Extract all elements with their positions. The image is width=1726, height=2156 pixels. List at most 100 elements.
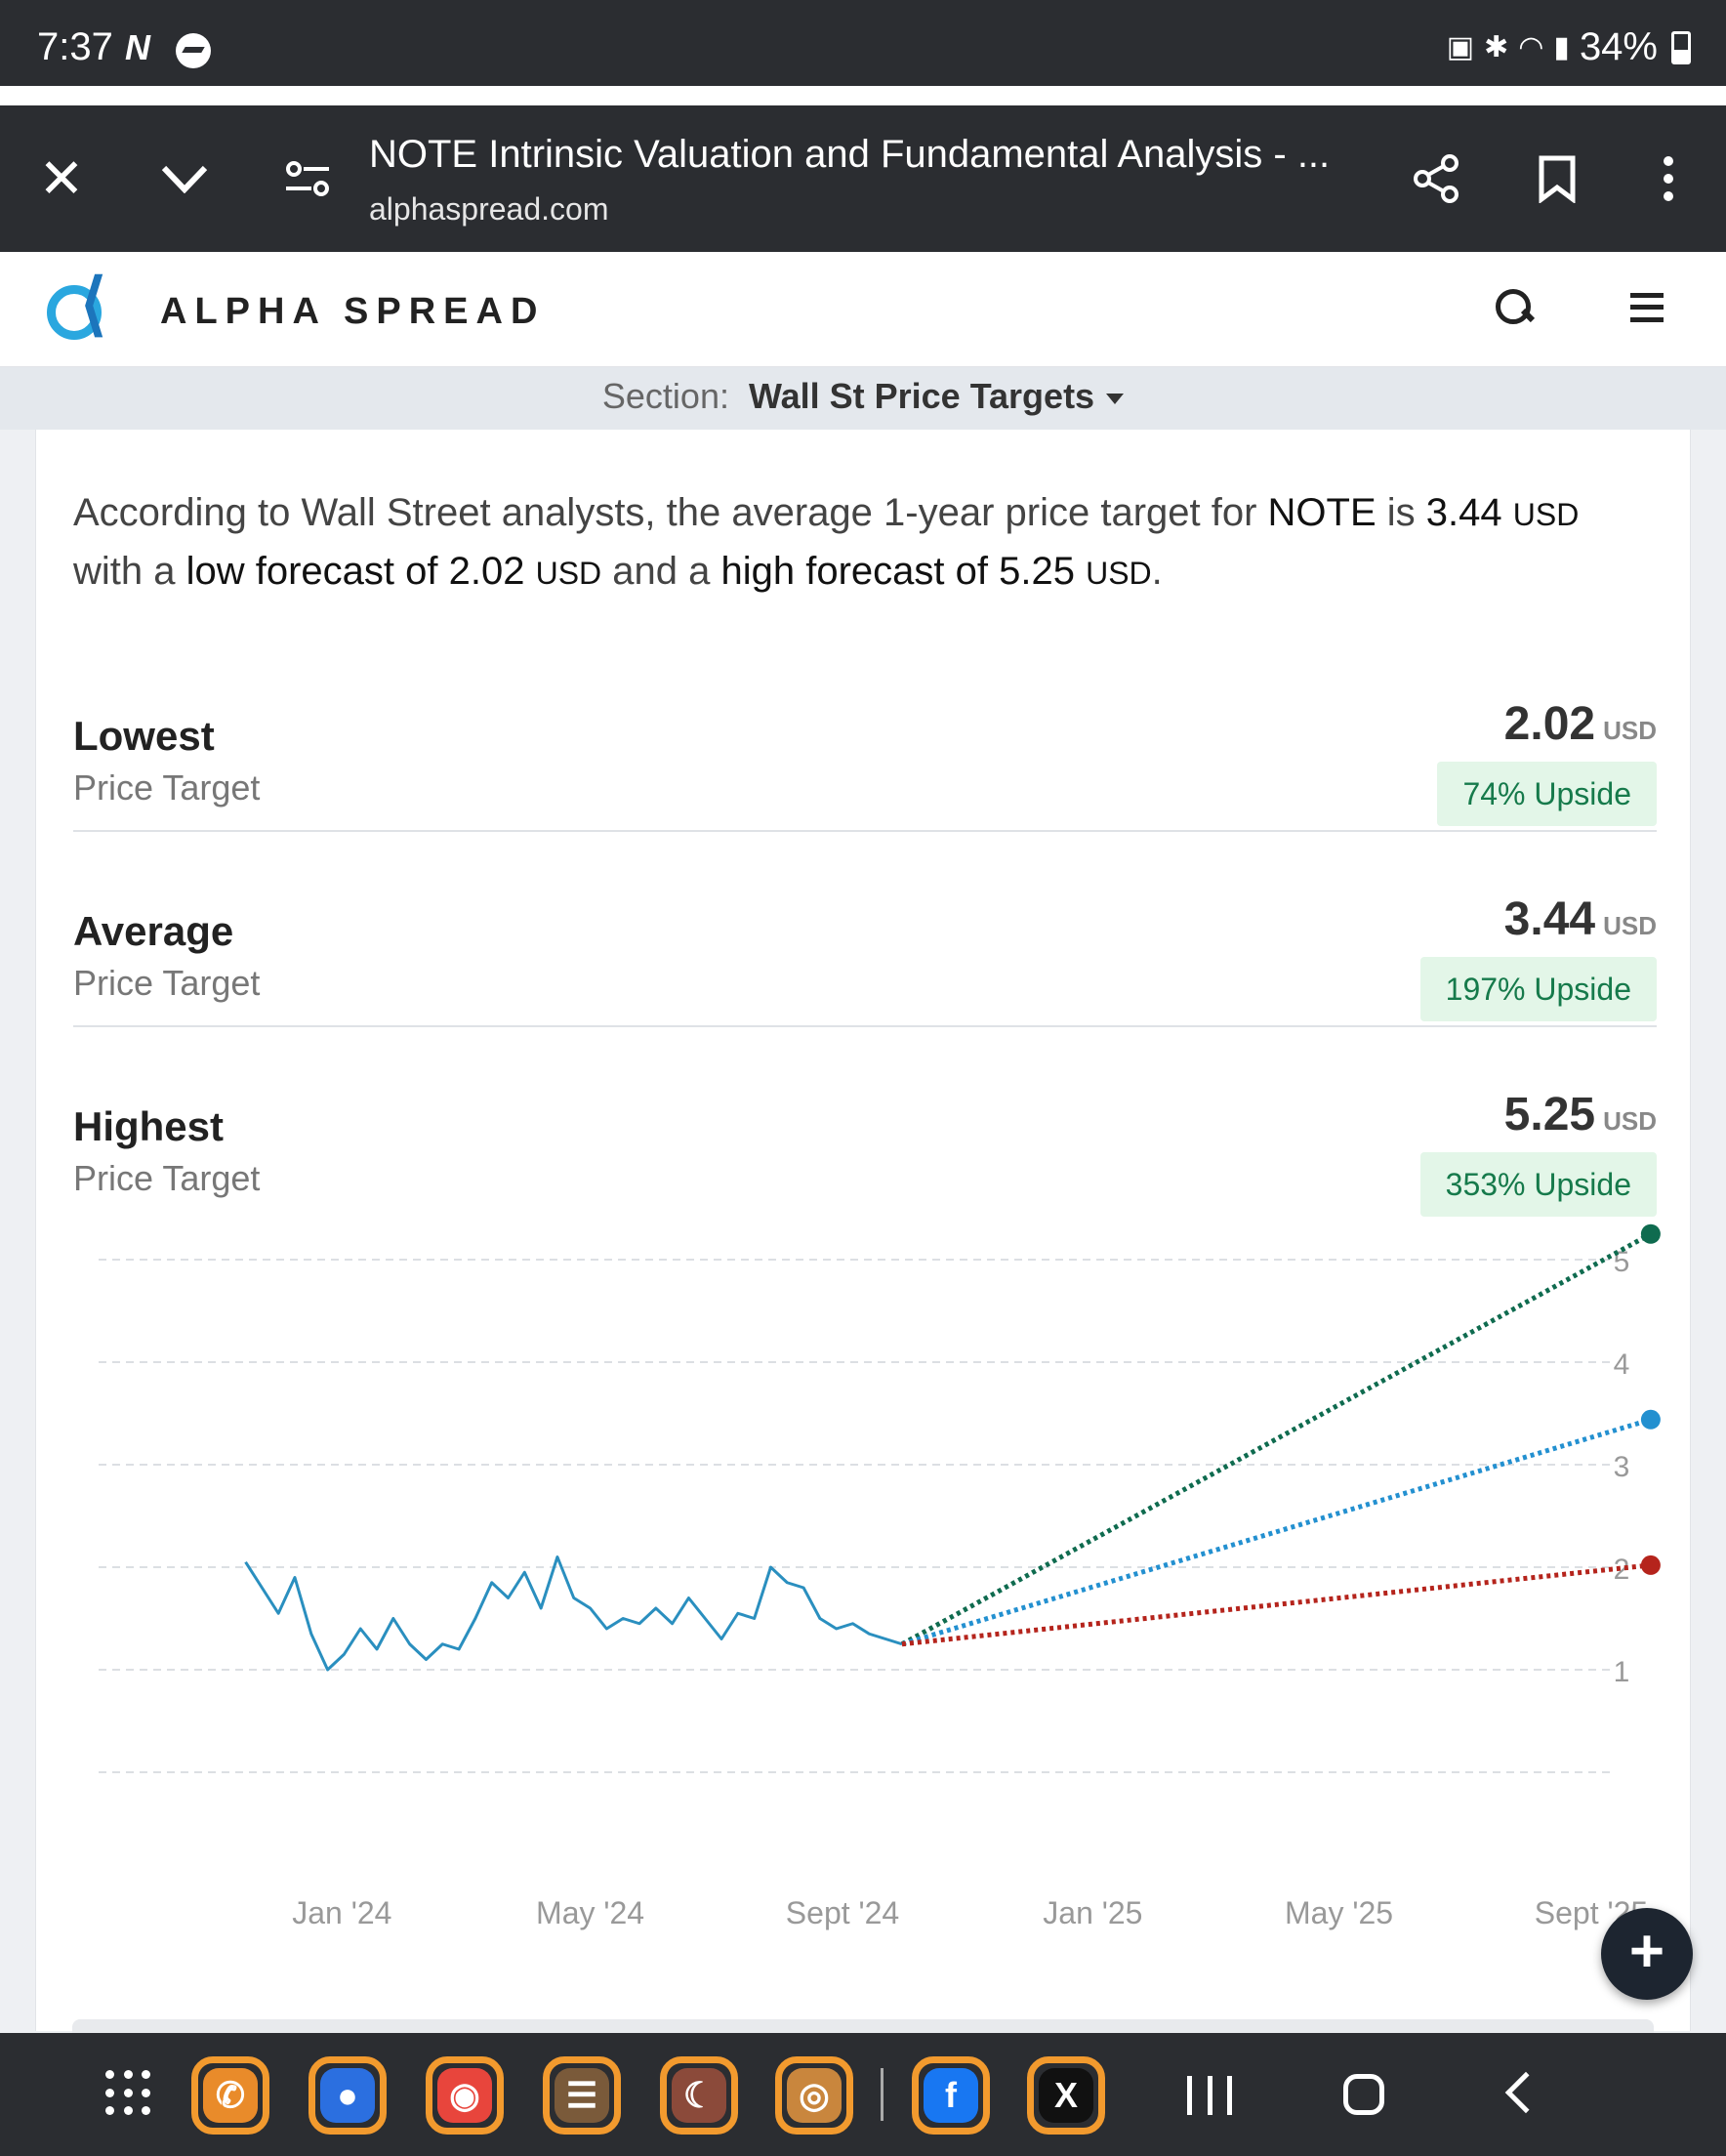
summary-ticker: NOTE <box>1267 491 1377 534</box>
summary-high: high forecast of 5.25 <box>720 550 1075 593</box>
facebook-app-icon[interactable]: f <box>912 2056 990 2135</box>
page-url[interactable]: alphaspread.com <box>369 191 608 228</box>
summary-text: According to Wall Street analysts, the a… <box>73 491 1268 534</box>
app-drawer-icon[interactable] <box>105 2070 152 2117</box>
home-button[interactable] <box>1343 2074 1384 2115</box>
y-tick-label: 1 <box>1614 1656 1630 1688</box>
target-row-lowest: Lowest Price Target 2.02 USD 74% Upside <box>73 654 1657 850</box>
camera-app-icon[interactable]: ◎ <box>775 2056 853 2135</box>
back-button[interactable] <box>1504 2071 1547 2114</box>
y-tick-label: 3 <box>1614 1451 1630 1483</box>
weather-app-icon[interactable]: ☾ <box>660 2056 738 2135</box>
price-target-summary: According to Wall Street analysts, the a… <box>73 484 1655 601</box>
site-settings-icon[interactable] <box>273 145 342 213</box>
site-header: ⟨ ALPHA SPREAD <box>0 252 1726 367</box>
dock-separator <box>881 2068 884 2121</box>
caret-down-icon[interactable] <box>1106 393 1125 404</box>
price-target-chart[interactable]: 12345Jan '24 May '24 Sept '24 Jan '25 May '2… <box>36 1211 1692 1992</box>
y-tick-label: 4 <box>1614 1348 1630 1381</box>
hamburger-menu-icon[interactable] <box>1630 293 1664 322</box>
android-nav-bar: ✆ ● ◉ ☰ ☾ ◎ f X <box>0 2033 1726 2156</box>
target-projection-lowest <box>901 1562 1652 1647</box>
wifi-icon: ◠ <box>1518 31 1544 63</box>
chevron-down-icon[interactable] <box>150 145 219 213</box>
x-tick-label: Jan '25 <box>1043 1895 1142 1930</box>
n-app-icon: N <box>125 27 150 67</box>
search-icon[interactable] <box>1494 287 1535 328</box>
upside-badge: 197% Upside <box>1419 957 1657 1021</box>
summary-text: . <box>1151 550 1163 593</box>
section-label: Section: <box>601 376 729 416</box>
summary-text: is <box>1376 491 1426 534</box>
target-value: 3.44 USD <box>1504 892 1657 946</box>
target-projection-highest <box>900 1231 1653 1646</box>
summary-unit: USD <box>1086 556 1152 591</box>
section-selector[interactable]: Section: Wall St Price Targets <box>0 367 1726 430</box>
summary-low: low forecast of 2.02 <box>185 550 525 593</box>
battery-icon <box>1671 30 1691 64</box>
add-button[interactable]: + <box>1601 1908 1693 2000</box>
bookmark-icon[interactable] <box>1523 145 1591 213</box>
share-icon[interactable] <box>1402 145 1470 213</box>
target-sub: Price Target <box>73 1158 261 1198</box>
target-name: Highest <box>73 1103 225 1149</box>
upside-badge: 74% Upside <box>1437 762 1657 826</box>
target-number: 2.02 <box>1503 698 1596 750</box>
status-bar: 7:37 N ▣ ✱ ◠ ▮ 34% <box>0 0 1726 86</box>
bluetooth-icon: ✱ <box>1484 31 1509 63</box>
close-icon[interactable]: ✕ <box>27 145 96 213</box>
summary-text: and a <box>601 550 721 593</box>
x-tick-label: May '25 <box>1285 1895 1393 1930</box>
target-unit: USD <box>1603 1106 1657 1136</box>
target-value: 2.02 USD <box>1504 697 1657 751</box>
target-value: 5.25 USD <box>1504 1088 1657 1141</box>
page-title[interactable]: NOTE Intrinsic Valuation and Fundamental… <box>369 133 1365 177</box>
x-tick-label: May '24 <box>536 1895 644 1930</box>
divider <box>73 1025 1657 1027</box>
upside-badge: 353% Upside <box>1419 1152 1657 1217</box>
kebab-shape <box>1664 156 1673 201</box>
target-projection-average <box>901 1417 1652 1647</box>
target-point-lowest <box>1640 1555 1661 1575</box>
logo-x-mark: ⟨ <box>80 266 107 342</box>
progress-gap <box>0 86 1726 105</box>
summary-text: with a <box>73 550 186 593</box>
notes-app-icon[interactable]: ☰ <box>543 2056 621 2135</box>
nfc-icon: ▣ <box>1446 31 1475 63</box>
battery-percent: 34% <box>1579 25 1658 68</box>
target-name: Average <box>73 908 234 954</box>
target-name: Lowest <box>73 713 215 759</box>
target-unit: USD <box>1603 716 1657 745</box>
price-targets-card: According to Wall Street analysts, the a… <box>35 430 1691 2031</box>
status-time: 7:37 <box>37 25 113 68</box>
phone-app-icon[interactable]: ✆ <box>191 2056 269 2135</box>
x-app-icon[interactable]: X <box>1027 2056 1105 2135</box>
chevron-down-shape <box>161 165 208 193</box>
x-tick-label: Jan '24 <box>292 1895 391 1930</box>
next-card-edge <box>72 2019 1654 2033</box>
target-unit: USD <box>1603 911 1657 940</box>
bookmark-shape <box>1539 155 1576 203</box>
target-point-highest <box>1640 1223 1661 1244</box>
more-options-icon[interactable] <box>1634 145 1703 213</box>
share-shape <box>1414 154 1459 203</box>
price-history-line <box>244 1555 903 1672</box>
status-indicators: ▣ ✱ ◠ ▮ 34% <box>1447 25 1691 69</box>
target-number: 3.44 <box>1503 893 1596 945</box>
messenger-icon <box>176 33 211 68</box>
summary-unit: USD <box>535 556 602 591</box>
target-sub: Price Target <box>73 767 261 808</box>
summary-unit: USD <box>1512 497 1580 532</box>
browser-toolbar: ✕ NOTE Intrinsic Valuation and Fundament… <box>0 105 1726 252</box>
tune-shape <box>286 161 329 196</box>
divider <box>73 830 1657 832</box>
logo-text[interactable]: ALPHA SPREAD <box>160 291 545 333</box>
target-sub: Price Target <box>73 963 261 1003</box>
section-value[interactable]: Wall St Price Targets <box>749 376 1094 416</box>
messages-app-icon[interactable]: ● <box>308 2056 387 2135</box>
recents-button[interactable] <box>1187 2076 1232 2115</box>
x-tick-label: Sept '24 <box>786 1895 899 1930</box>
chrome-app-icon[interactable]: ◉ <box>426 2056 504 2135</box>
summary-average: 3.44 <box>1425 491 1502 534</box>
target-number: 5.25 <box>1503 1089 1596 1140</box>
